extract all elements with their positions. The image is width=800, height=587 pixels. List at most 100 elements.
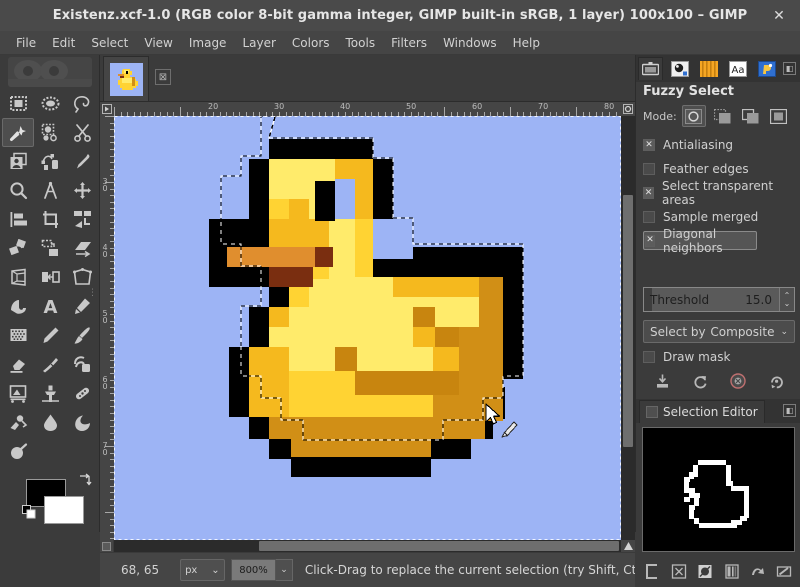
quick-mask-corner-button[interactable] (621, 102, 635, 116)
dock-menu-button[interactable]: ◧ (783, 62, 796, 75)
feather-edges-checkbox[interactable] (643, 163, 655, 175)
vertical-ruler[interactable]: 3040506070 (100, 116, 115, 540)
sample-merged-checkbox[interactable] (643, 211, 655, 223)
select-transparent-areas-checkbox[interactable]: ✕ (643, 187, 654, 199)
unit-selector[interactable]: px ⌄ (180, 559, 225, 581)
vertical-scrollbar[interactable] (621, 116, 635, 540)
align-tool[interactable] (2, 205, 34, 234)
select-transparent-areas-option[interactable]: ✕ Select transparent areas (643, 183, 795, 203)
shear-tool[interactable] (66, 234, 98, 263)
menu-tools[interactable]: Tools (338, 34, 384, 52)
perspective-tool[interactable] (2, 263, 34, 292)
perspective-clone-tool[interactable] (34, 379, 66, 408)
menu-windows[interactable]: Windows (435, 34, 505, 52)
delete-tool-preset-button[interactable] (726, 369, 750, 393)
antialiasing-checkbox[interactable]: ✕ (643, 139, 655, 151)
mode-replace-button[interactable] (682, 105, 706, 127)
mode-add-button[interactable] (710, 105, 734, 127)
toolbox-overflow-dots[interactable]: ⋮ (88, 291, 97, 295)
rotate-tool[interactable] (2, 234, 34, 263)
sample-merged-option[interactable]: Sample merged (643, 207, 795, 227)
menu-edit[interactable]: Edit (44, 34, 83, 52)
draw-mask-checkbox[interactable] (643, 351, 655, 363)
navigation-preview-button[interactable] (100, 540, 113, 552)
diagonal-neighbors-checkbox[interactable]: ✕ (645, 235, 655, 247)
horizontal-scrollbar-thumb[interactable] (259, 541, 619, 551)
select-all-button[interactable] (642, 560, 664, 582)
fuzzy-select-tool[interactable] (2, 118, 34, 147)
clone-tool[interactable] (2, 379, 34, 408)
close-tab-button[interactable]: ⊠ (155, 69, 171, 85)
ink-tool[interactable] (34, 350, 66, 379)
mode-subtract-button[interactable] (738, 105, 762, 127)
select-none-button[interactable] (668, 560, 690, 582)
draw-mask-option[interactable]: Draw mask (643, 347, 795, 367)
background-color-swatch[interactable] (44, 496, 84, 524)
menu-file[interactable]: File (8, 34, 44, 52)
menu-help[interactable]: Help (505, 34, 548, 52)
swap-colors-icon[interactable] (78, 473, 92, 487)
dodge-burn-tool[interactable] (66, 408, 98, 437)
zoom-dropdown-button[interactable]: ⌄ (276, 559, 292, 581)
paths-tool[interactable] (34, 147, 66, 176)
pencil-tool[interactable] (34, 321, 66, 350)
close-window-button[interactable]: ✕ (770, 7, 788, 25)
measure-tool[interactable] (34, 176, 66, 205)
diagonal-neighbors-option[interactable]: ✕ Diagonal neighbors (643, 231, 757, 250)
selection-preview[interactable] (642, 427, 795, 552)
mypaint-brush-tool[interactable] (66, 350, 98, 379)
horizontal-scrollbar[interactable] (114, 540, 621, 552)
threshold-slider[interactable]: Threshold 15.0 ⌃⌄ (643, 287, 795, 312)
color-picker-tool[interactable] (66, 147, 98, 176)
selection-to-path-button[interactable] (747, 560, 769, 582)
smudge-tool[interactable] (2, 408, 34, 437)
menu-view[interactable]: View (136, 34, 180, 52)
menu-filters[interactable]: Filters (383, 34, 435, 52)
paintbrush-tool[interactable] (66, 321, 98, 350)
save-tool-preset-button[interactable] (650, 369, 674, 393)
device-status-tab[interactable] (667, 57, 692, 80)
menu-layer[interactable]: Layer (234, 34, 283, 52)
move-tool[interactable] (66, 176, 98, 205)
zoom-input[interactable]: 800% (231, 559, 277, 581)
image-tab[interactable] (103, 56, 149, 101)
tool-options-tab[interactable] (638, 57, 663, 80)
blur-sharpen-tool[interactable] (34, 408, 66, 437)
transform-tool[interactable] (66, 205, 98, 234)
scale-tool[interactable] (34, 234, 66, 263)
quick-mask-toggle-button[interactable] (621, 540, 635, 552)
select-by-dropdown[interactable]: Select by Composite ⌄ (643, 320, 795, 343)
text-tool[interactable]: A (34, 292, 66, 321)
free-select-tool[interactable] (66, 89, 98, 118)
restore-tool-preset-button[interactable] (688, 369, 712, 393)
invert-selection-button[interactable] (694, 560, 716, 582)
menu-image[interactable]: Image (181, 34, 235, 52)
reset-tool-options-button[interactable] (764, 369, 788, 393)
threshold-spinner[interactable]: ⌃⌄ (779, 288, 794, 311)
mode-intersect-button[interactable] (767, 105, 791, 127)
stroke-selection-button[interactable] (773, 560, 795, 582)
scissors-select-tool[interactable] (66, 118, 98, 147)
pattern-tool[interactable] (2, 321, 34, 350)
antialiasing-option[interactable]: ✕ Antialiasing (643, 135, 795, 155)
heal-tool[interactable] (66, 379, 98, 408)
vertical-scrollbar-thumb[interactable] (623, 195, 633, 447)
menu-colors[interactable]: Colors (284, 34, 338, 52)
crop-tool[interactable] (34, 205, 66, 234)
flip-tool[interactable] (34, 263, 66, 292)
selection-editor-menu-button[interactable]: ◧ (783, 404, 796, 417)
save-to-channel-button[interactable] (721, 560, 743, 582)
bucket-fill-tool[interactable] (2, 292, 34, 321)
ruler-origin-button[interactable] (100, 102, 114, 116)
select-by-color-tool[interactable] (34, 118, 66, 147)
default-colors-icon[interactable] (22, 505, 36, 519)
ellipse-select-tool[interactable] (34, 89, 66, 118)
document-history-tab[interactable] (754, 57, 779, 80)
warp-transform-tool[interactable] (2, 437, 34, 466)
fonts-tab[interactable]: Aa (725, 57, 750, 80)
eraser-tool[interactable] (2, 350, 34, 379)
foreground-select-tool[interactable] (2, 147, 34, 176)
selection-editor-tab[interactable]: Selection Editor (639, 400, 765, 423)
feather-edges-option[interactable]: Feather edges (643, 159, 795, 179)
gradients-tab[interactable] (696, 57, 721, 80)
